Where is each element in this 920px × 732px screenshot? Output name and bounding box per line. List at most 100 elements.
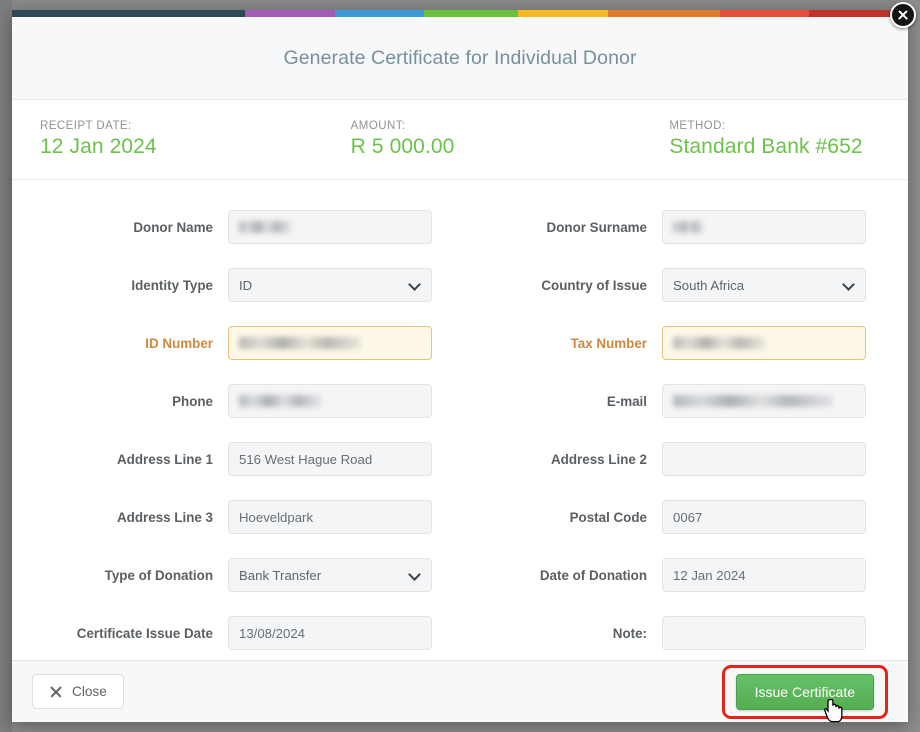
field-label-country-of-issue: Country of Issue [541,277,647,293]
field-control-right [662,558,866,592]
field-group-right: Address Line 2 [460,442,894,476]
select-type-of-donation[interactable]: Bank TransferCashCheque [228,558,432,592]
field-label-date-of-donation: Date of Donation [539,567,647,583]
field-group-right: Country of Issue South Africa [460,268,894,302]
field-control-right [662,442,866,476]
input-address-line-2[interactable] [662,442,866,476]
field-group-right: Donor Surname [460,210,894,244]
field-label-address-line-3: Address Line 3 [117,509,213,525]
accent-segment-5 [607,10,720,17]
field-group-right: Tax Number [460,326,894,360]
field-label-postal-code: Postal Code [569,509,647,525]
form-row: ID Number Tax Number [26,314,894,372]
field-label-phone: Phone [172,393,213,409]
field-label-type-of-donation: Type of Donation [104,567,213,583]
input-donor-name[interactable] [228,210,432,244]
input-note[interactable] [662,616,866,650]
input-e-mail[interactable] [662,384,866,418]
summary-item-method: METHOD: Standard Bank #652 [575,120,894,159]
close-circle-icon[interactable] [890,2,916,28]
field-group-right: Date of Donation [460,558,894,592]
input-tax-number[interactable] [662,326,866,360]
input-date-of-donation[interactable] [662,558,866,592]
field-group-right: Postal Code [460,500,894,534]
field-label-donor-surname: Donor Surname [546,219,647,235]
field-control-left [228,616,432,650]
field-control-right [662,384,866,418]
field-label-certificate-issue-date: Certificate Issue Date [76,625,213,641]
input-postal-code[interactable] [662,500,866,534]
accent-color-bar [12,10,908,17]
form-row: Certificate Issue Date Note: [26,604,894,660]
accent-segment-3 [424,10,519,17]
accent-segment-6 [719,10,810,17]
input-id-number[interactable] [228,326,432,360]
issue-certificate-button[interactable]: Issue Certificate [735,673,874,710]
field-group-left: Identity Type IDPassport [26,268,460,302]
form-row: Address Line 3 Postal Code [26,488,894,546]
input-certificate-issue-date[interactable] [228,616,432,650]
field-label-tax-number: Tax Number [570,335,647,351]
accent-segment-0 [12,10,245,17]
amount-value: R 5 000.00 [350,135,455,158]
field-label-note: Note: [612,625,647,641]
form-row: Phone E-mail [26,372,894,430]
form-row: Type of Donation Bank TransferCashCheque D… [26,546,894,604]
input-address-line-3[interactable] [228,500,432,534]
field-control-right: South Africa [662,268,866,302]
select-country-of-issue[interactable]: South Africa [662,268,866,302]
field-group-left: Certificate Issue Date [26,616,460,650]
background-left-strip [0,0,12,732]
modal-title: Generate Certificate for Individual Dono… [283,46,637,69]
receipt-summary: RECEIPT DATE: 12 Jan 2024 AMOUNT: R 5 00… [12,100,908,180]
form-row: Address Line 1 Address Line 2 [26,430,894,488]
field-control-right [662,500,866,534]
field-label-e-mail: E-mail [606,393,647,409]
close-button[interactable]: Close [32,674,124,709]
field-control-left [228,500,432,534]
generate-certificate-modal: Generate Certificate for Individual Dono… [12,10,908,722]
field-label-address-line-2: Address Line 2 [551,451,647,467]
method-label: METHOD: [669,120,726,132]
field-control-right [662,210,866,244]
issue-certificate-highlight: Issue Certificate [721,664,888,719]
field-control-left: IDPassport [228,268,432,302]
form-row: Identity Type IDPassport Country of Issue S… [26,256,894,314]
input-address-line-1[interactable] [228,442,432,476]
summary-item-amount: AMOUNT: R 5 000.00 [265,120,576,159]
receipt-date-value: 12 Jan 2024 [40,135,157,158]
field-group-right: E-mail [460,384,894,418]
field-label-donor-name: Donor Name [133,219,213,235]
field-group-left: Address Line 3 [26,500,460,534]
input-donor-surname[interactable] [662,210,866,244]
background-top-bar [0,0,920,10]
field-control-right [662,326,866,360]
accent-segment-4 [518,10,608,17]
field-label-identity-type: Identity Type [131,277,213,293]
field-control-left [228,210,432,244]
summary-item-receipt-date: RECEIPT DATE: 12 Jan 2024 [26,120,265,159]
field-label-address-line-1: Address Line 1 [117,451,213,467]
field-group-right: Note: [460,616,894,650]
field-control-right [662,616,866,650]
field-group-left: Donor Name [26,210,460,244]
accent-segment-2 [334,10,425,17]
accent-segment-1 [244,10,335,17]
page-scrollbar[interactable] [908,0,920,732]
field-group-left: Type of Donation Bank TransferCashCheque [26,558,460,592]
modal-footer: Close Issue Certificate [12,660,908,722]
donor-form: Donor Name Donor Surname Identity Type IDPa… [12,180,908,660]
field-group-left: Phone [26,384,460,418]
modal-header: Generate Certificate for Individual Dono… [12,17,908,100]
field-control-left [228,442,432,476]
x-icon [49,685,63,699]
method-value: Standard Bank #652 [669,135,863,158]
field-control-left [228,326,432,360]
form-row: Donor Name Donor Surname [26,198,894,256]
field-label-id-number: ID Number [145,335,213,351]
select-identity-type[interactable]: IDPassport [228,268,432,302]
close-button-label: Close [72,684,107,699]
field-group-left: ID Number [26,326,460,360]
input-phone[interactable] [228,384,432,418]
amount-label: AMOUNT: [350,120,406,132]
